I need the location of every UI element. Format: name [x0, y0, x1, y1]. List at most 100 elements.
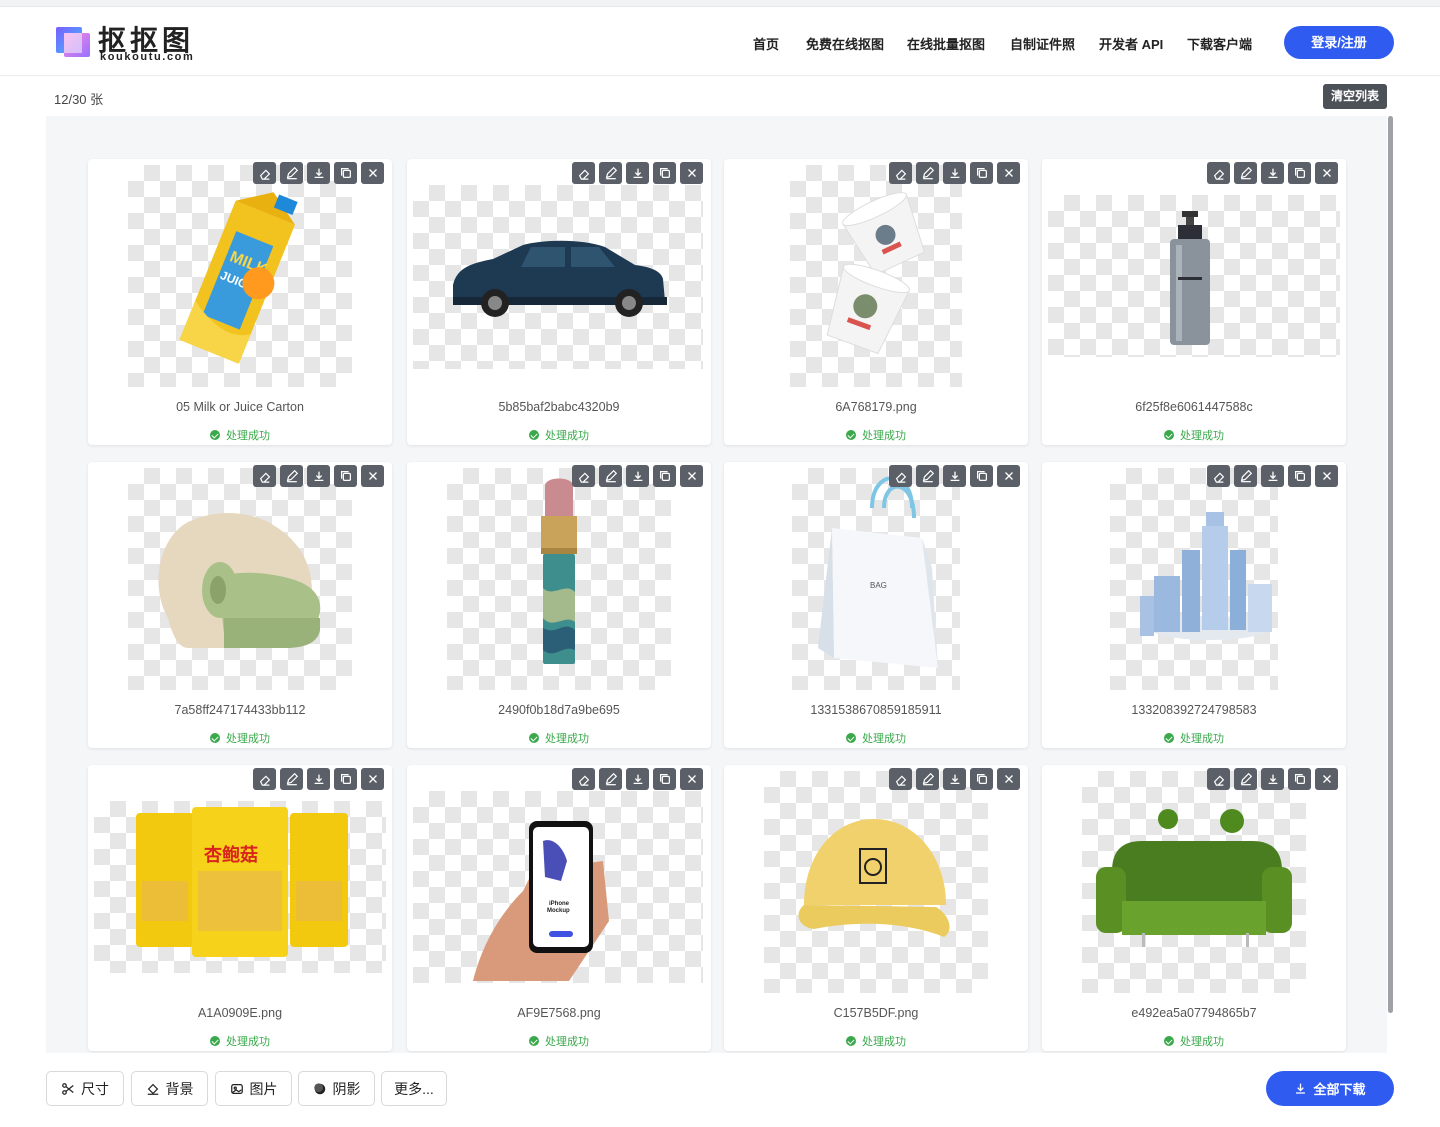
more-options-button[interactable]: 更多... — [381, 1071, 447, 1106]
erase-tool-button[interactable] — [253, 162, 276, 184]
erase-tool-button[interactable] — [572, 465, 595, 487]
remove-tool-button[interactable] — [361, 162, 384, 184]
download-tool-button[interactable] — [307, 465, 330, 487]
edit-tool-button[interactable] — [916, 768, 939, 790]
erase-tool-button[interactable] — [889, 768, 912, 790]
result-card[interactable]: 133208392724798583 处理成功 — [1042, 462, 1346, 748]
erase-tool-button[interactable] — [1207, 162, 1230, 184]
copy-tool-button[interactable] — [970, 768, 993, 790]
edit-tool-button[interactable] — [1234, 768, 1257, 790]
result-thumbnail[interactable]: iPhone Mockup — [413, 791, 703, 983]
remove-tool-button[interactable] — [1315, 768, 1338, 790]
erase-tool-button[interactable] — [572, 768, 595, 790]
copy-tool-button[interactable] — [970, 162, 993, 184]
erase-tool-button[interactable] — [889, 162, 912, 184]
remove-tool-button[interactable] — [1315, 162, 1338, 184]
edit-tool-button[interactable] — [916, 162, 939, 184]
erase-tool-button[interactable] — [1207, 768, 1230, 790]
result-thumbnail[interactable] — [764, 771, 988, 993]
nav-batch-cutout[interactable]: 在线批量抠图 — [907, 34, 985, 53]
clear-list-button[interactable]: 清空列表 — [1323, 84, 1387, 109]
result-thumbnail[interactable]: BAG — [792, 468, 960, 690]
remove-tool-button[interactable] — [361, 465, 384, 487]
download-tool-button[interactable] — [307, 768, 330, 790]
result-thumbnail[interactable] — [128, 468, 352, 690]
erase-tool-button[interactable] — [253, 768, 276, 790]
copy-tool-button[interactable] — [1288, 768, 1311, 790]
remove-tool-button[interactable] — [680, 768, 703, 790]
result-thumbnail[interactable] — [447, 468, 671, 690]
result-card[interactable]: C157B5DF.png 处理成功 — [724, 765, 1028, 1051]
copy-tool-button[interactable] — [653, 465, 676, 487]
milk-carton-image: MILKJUICE — [179, 192, 298, 364]
result-card[interactable]: 7a58ff247174433bb112 处理成功 — [88, 462, 392, 748]
edit-tool-button[interactable] — [599, 162, 622, 184]
download-tool-button[interactable] — [307, 162, 330, 184]
nav-developer-api[interactable]: 开发者 API — [1099, 34, 1163, 53]
background-option-button[interactable]: 背景 — [131, 1071, 208, 1106]
nav-home[interactable]: 首页 — [753, 34, 779, 53]
copy-tool-button[interactable] — [334, 162, 357, 184]
remove-tool-button[interactable] — [1315, 465, 1338, 487]
edit-tool-button[interactable] — [599, 465, 622, 487]
copy-tool-button[interactable] — [334, 465, 357, 487]
edit-tool-button[interactable] — [1234, 162, 1257, 184]
edit-tool-button[interactable] — [280, 768, 303, 790]
edit-tool-button[interactable] — [1234, 465, 1257, 487]
edit-tool-button[interactable] — [916, 465, 939, 487]
edit-tool-button[interactable] — [280, 162, 303, 184]
erase-tool-button[interactable] — [572, 162, 595, 184]
result-thumbnail[interactable]: 杏鲍菇 — [94, 801, 386, 973]
result-card[interactable]: iPhone Mockup AF9E7568.png 处理成功 — [407, 765, 711, 1051]
copy-tool-button[interactable] — [1288, 465, 1311, 487]
copy-tool-button[interactable] — [653, 162, 676, 184]
download-tool-button[interactable] — [1261, 162, 1284, 184]
copy-tool-button[interactable] — [970, 465, 993, 487]
result-card[interactable]: 杏鲍菇 A1A0909E.png 处理成功 — [88, 765, 392, 1051]
result-card[interactable]: BAG 1331538670859185911 处理成功 — [724, 462, 1028, 748]
download-tool-button[interactable] — [943, 162, 966, 184]
download-all-button[interactable]: 全部下载 — [1266, 1071, 1394, 1106]
result-card[interactable]: 6f25f8e6061447588c 处理成功 — [1042, 159, 1346, 445]
nav-free-cutout[interactable]: 免费在线抠图 — [806, 34, 884, 53]
result-card[interactable]: 5b85baf2babc4320b9 处理成功 — [407, 159, 711, 445]
download-tool-button[interactable] — [1261, 465, 1284, 487]
result-thumbnail[interactable] — [1082, 771, 1306, 993]
result-card[interactable]: 6A768179.png 处理成功 — [724, 159, 1028, 445]
edit-tool-button[interactable] — [599, 768, 622, 790]
remove-tool-button[interactable] — [997, 162, 1020, 184]
erase-tool-button[interactable] — [1207, 465, 1230, 487]
result-thumbnail[interactable] — [1110, 468, 1278, 690]
image-option-button[interactable]: 图片 — [215, 1071, 292, 1106]
nav-download-client[interactable]: 下载客户端 — [1187, 34, 1252, 53]
erase-tool-button[interactable] — [889, 465, 912, 487]
download-tool-button[interactable] — [1261, 768, 1284, 790]
download-tool-button[interactable] — [943, 465, 966, 487]
shadow-option-button[interactable]: 阴影 — [298, 1071, 375, 1106]
nav-id-photo[interactable]: 自制证件照 — [1010, 34, 1075, 53]
remove-tool-button[interactable] — [680, 162, 703, 184]
remove-tool-button[interactable] — [361, 768, 384, 790]
copy-tool-button[interactable] — [1288, 162, 1311, 184]
download-tool-button[interactable] — [943, 768, 966, 790]
remove-tool-button[interactable] — [997, 465, 1020, 487]
result-card[interactable]: MILK JUICE 05 Milk or Juice Carton 处理成功 — [88, 159, 392, 445]
edit-tool-button[interactable] — [280, 465, 303, 487]
result-card[interactable]: 2490f0b18d7a9be695 处理成功 — [407, 462, 711, 748]
erase-tool-button[interactable] — [253, 465, 276, 487]
grid-scrollbar[interactable] — [1388, 116, 1393, 1013]
download-tool-button[interactable] — [626, 162, 649, 184]
result-thumbnail[interactable] — [1048, 195, 1340, 357]
download-tool-button[interactable] — [626, 465, 649, 487]
result-thumbnail[interactable] — [790, 165, 962, 387]
copy-tool-button[interactable] — [653, 768, 676, 790]
result-thumbnail[interactable]: MILK JUICE — [128, 165, 352, 387]
remove-tool-button[interactable] — [997, 768, 1020, 790]
download-tool-button[interactable] — [626, 768, 649, 790]
copy-tool-button[interactable] — [334, 768, 357, 790]
remove-tool-button[interactable] — [680, 465, 703, 487]
login-register-button[interactable]: 登录/注册 — [1284, 26, 1394, 59]
result-card[interactable]: e492ea5a07794865b7 处理成功 — [1042, 765, 1346, 1051]
size-option-button[interactable]: 尺寸 — [46, 1071, 124, 1106]
result-thumbnail[interactable] — [413, 185, 703, 369]
